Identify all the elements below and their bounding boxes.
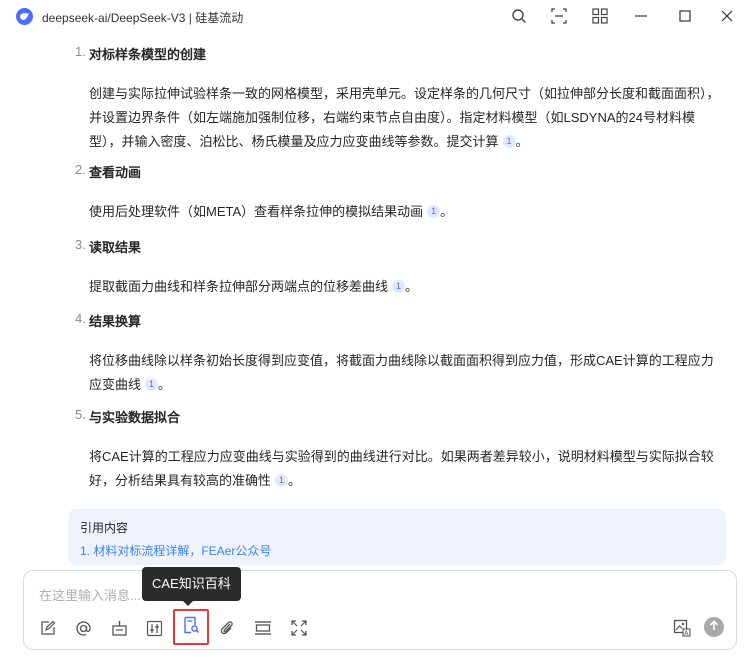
window-title: deepseek-ai/DeepSeek-V3 | 硅基流动 [42, 11, 244, 25]
section-title: 读取结果 [89, 240, 142, 255]
reference-link[interactable]: 1. 材料对标流程详解，FEAer公众号 [80, 542, 271, 559]
expand-icon[interactable] [288, 617, 310, 639]
at-icon[interactable] [72, 617, 94, 639]
minimize-icon[interactable] [630, 6, 652, 26]
references-box: 引用内容 1. 材料对标流程详解，FEAer公众号 [68, 509, 726, 565]
grid-icon[interactable] [589, 6, 611, 26]
scan-icon[interactable] [548, 6, 570, 26]
list-number: 1. [75, 44, 86, 59]
list-number: 2. [75, 162, 86, 177]
message-content: 1. 对标样条模型的创建 创建与实际拉伸试验样条一致的网格模型，采用壳单元。设定… [0, 32, 749, 567]
section-body: 将位移曲线除以样条初始长度得到应变值，将截面力曲线除以截面面积得到应力值，形成C… [89, 353, 714, 392]
tooltip: CAE知识百科 [142, 567, 241, 601]
citation-badge[interactable]: 1 [275, 474, 289, 487]
message-input-box[interactable]: 在这里输入消息... A [23, 570, 737, 650]
knowledge-base-button[interactable] [173, 609, 209, 645]
section-body: 提取截面力曲线和样条拉伸部分两端点的位移差曲线 1。 [89, 279, 419, 294]
section-title: 查看动画 [89, 165, 142, 180]
deepseek-logo-icon [16, 8, 33, 25]
sliders-icon[interactable] [143, 617, 165, 639]
maximize-icon[interactable] [674, 6, 696, 26]
search-icon[interactable] [508, 6, 530, 26]
citation-badge[interactable]: 1 [392, 280, 406, 293]
attachment-icon[interactable] [216, 617, 238, 639]
edit-icon[interactable] [37, 617, 59, 639]
section-title: 与实验数据拟合 [89, 410, 181, 425]
section-body: 使用后处理软件（如META）查看样条拉伸的模拟结果动画 1。 [89, 204, 454, 219]
citation-badge[interactable]: 1 [502, 135, 516, 148]
section-body: 创建与实际拉伸试验样条一致的网格模型，采用壳单元。设定样条的几何尺寸（如拉伸部分… [89, 86, 720, 149]
knowledge-base-icon [182, 616, 200, 639]
layout-icon[interactable] [252, 617, 274, 639]
close-icon[interactable] [716, 6, 738, 26]
send-button[interactable] [704, 617, 724, 637]
list-number: 4. [75, 311, 86, 326]
message-input[interactable]: 在这里输入消息... [39, 585, 141, 604]
section-title: 对标样条模型的创建 [89, 47, 207, 62]
section-body: 将CAE计算的工程应力应变曲线与实验得到的曲线进行对比。如果两者差异较小，说明材… [89, 449, 714, 488]
references-title: 引用内容 [80, 521, 129, 535]
citation-badge[interactable]: 1 [427, 205, 441, 218]
list-number: 3. [75, 237, 86, 252]
image-text-icon[interactable]: A [671, 617, 693, 639]
robot-icon[interactable] [108, 617, 130, 639]
tooltip-arrow [182, 600, 194, 606]
list-number: 5. [75, 407, 86, 422]
arrow-up-icon [709, 618, 719, 636]
title-bar: deepseek-ai/DeepSeek-V3 | 硅基流动 [0, 0, 749, 32]
section-title: 结果换算 [89, 314, 142, 329]
citation-badge[interactable]: 1 [145, 378, 159, 391]
